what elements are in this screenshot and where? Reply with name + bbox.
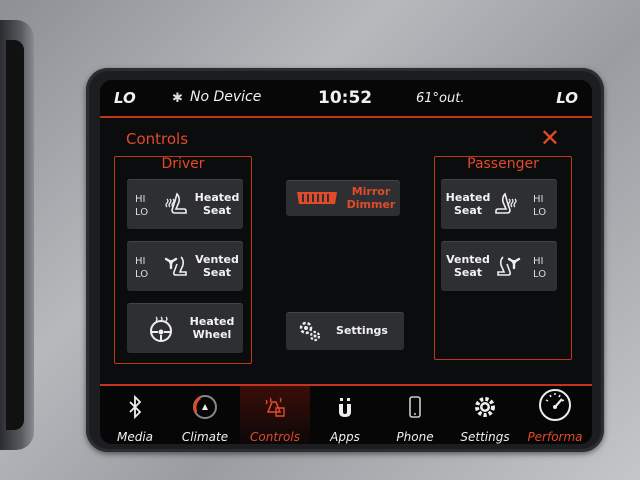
infotainment-screen: LO ✱ No Device 10:52 61°out. LO Controls… [100, 80, 592, 444]
apps-icon [339, 398, 351, 417]
gear-icon [299, 321, 321, 342]
driver-panel-title: Driver [161, 156, 205, 172]
heated-wheel-icon [150, 316, 172, 342]
gear-icon [475, 397, 495, 417]
nav-climate[interactable]: Climate [170, 386, 240, 444]
bluetooth-icon: ✱ [172, 91, 183, 106]
device-status[interactable]: No Device [190, 89, 261, 105]
gauge-icon [539, 389, 571, 421]
driver-heated-seat-button[interactable]: HI LO Heated Seat [127, 179, 243, 229]
settings-button[interactable]: Settings [286, 312, 404, 350]
climate-icon [193, 395, 217, 419]
heated-seat-icon [165, 192, 187, 214]
mirror-dimmer-button[interactable]: Mirror Dimmer [286, 180, 400, 216]
passenger-heated-seat-button[interactable]: Heated Seat HI LO [441, 179, 557, 229]
nav-media-label: Media [116, 430, 154, 444]
settings-label: Settings [336, 324, 388, 337]
mirror-dimmer-label: Mirror Dimmer [346, 185, 396, 211]
nav-settings-label: Settings [460, 430, 510, 444]
clock: 10:52 [318, 88, 373, 108]
driver-heated-seat-level: HI LO [135, 194, 149, 218]
passenger-vented-seat-level: HI LO [533, 256, 547, 280]
dashboard-trim [0, 20, 34, 450]
passenger-vented-seat-button[interactable]: Vented Seat HI LO [441, 241, 557, 291]
nav-phone-label: Phone [396, 430, 434, 444]
passenger-temp-setting[interactable]: LO [556, 89, 578, 107]
vented-seat-icon [164, 256, 187, 276]
heated-wheel-button[interactable]: Heated Wheel [127, 303, 243, 353]
nav-apps[interactable]: Apps [310, 386, 380, 444]
driver-heated-seat-label: Heated Seat [194, 191, 240, 217]
nav-performance[interactable]: Performa [520, 386, 590, 444]
nav-media[interactable]: Media [100, 386, 170, 444]
heated-wheel-label: Heated Wheel [189, 315, 235, 341]
page-title: Controls [126, 130, 189, 148]
driver-vented-seat-label: Vented Seat [195, 253, 239, 279]
passenger-heated-seat-label: Heated Seat [445, 191, 491, 217]
mirror-dimmer-icon [297, 192, 337, 204]
passenger-heated-seat-level: HI LO [533, 194, 547, 218]
vented-seat-icon [497, 256, 521, 276]
outside-temperature: 61°out. [416, 91, 465, 106]
passenger-panel: Passenger HeatedSeat HILO VentedSeat [434, 156, 572, 360]
controls-icon [265, 397, 285, 417]
driver-vented-seat-button[interactable]: HI LO Vented Seat [127, 241, 243, 291]
close-icon[interactable]: ✕ [540, 124, 560, 152]
heated-seat-icon [495, 192, 517, 214]
nav-performance-label: Performa [527, 430, 583, 444]
passenger-panel-title: Passenger [467, 156, 539, 172]
driver-vented-seat-level: HI LO [135, 256, 149, 280]
phone-icon [409, 396, 421, 418]
nav-phone[interactable]: Phone [380, 386, 450, 444]
nav-climate-label: Climate [181, 430, 229, 444]
nav-settings[interactable]: Settings [450, 386, 520, 444]
passenger-vented-seat-label: Vented Seat [446, 253, 490, 279]
status-bar: LO ✱ No Device 10:52 61°out. LO [100, 80, 592, 118]
nav-apps-label: Apps [330, 430, 360, 444]
driver-panel: Driver HI LO Heated Seat HI LO Vented Se… [114, 156, 252, 364]
driver-temp-setting[interactable]: LO [114, 89, 136, 107]
nav-controls-label: Controls [250, 430, 300, 444]
bluetooth-icon [129, 394, 142, 420]
bottom-nav: Media Climate Controls Apps Phone Settin… [100, 384, 592, 444]
nav-controls[interactable]: Controls [240, 386, 310, 444]
